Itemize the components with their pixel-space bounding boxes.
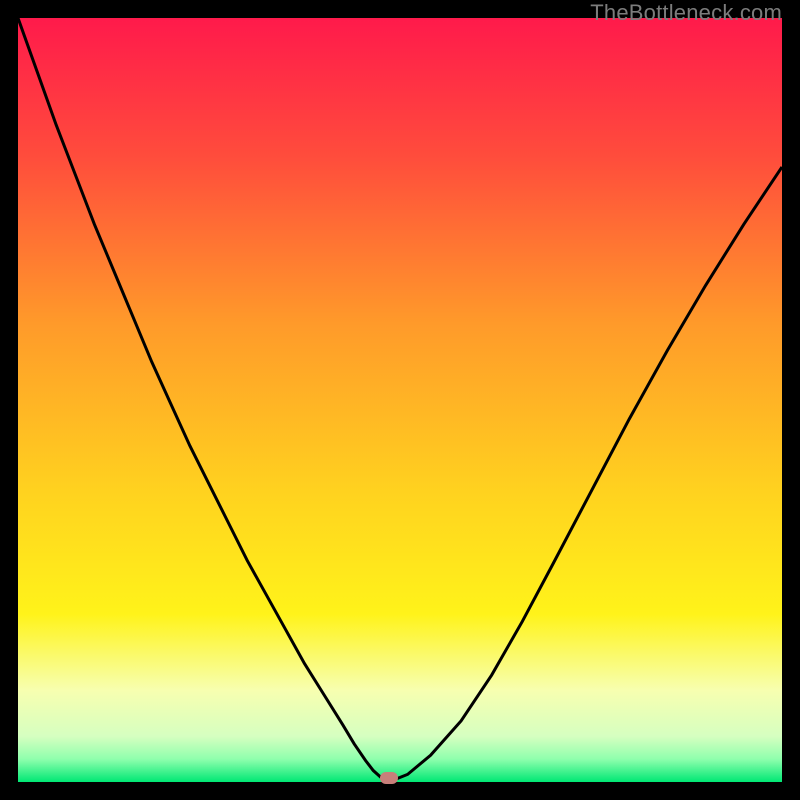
chart-background [18,18,782,782]
chart-frame: TheBottleneck.com [0,0,800,800]
chart-canvas [18,18,782,782]
optimal-point-marker [380,772,398,784]
watermark-text: TheBottleneck.com [590,0,782,26]
